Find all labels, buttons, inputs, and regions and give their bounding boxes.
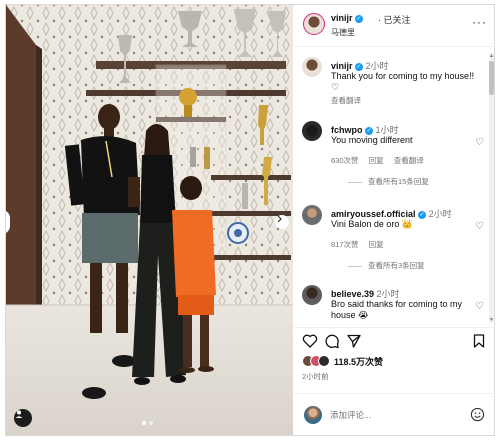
liker-avatar [318,355,330,367]
tagged-users-button[interactable] [14,409,32,427]
comment-time: 1小时 [375,125,399,135]
comment-like-count[interactable]: 817次赞 [331,240,359,249]
view-replies-link[interactable]: 查看所有3条回复 [348,260,425,271]
comments-list: vinijr ✓ 2小时 Thank you for coming to my … [294,51,495,321]
add-comment-bar [294,393,495,435]
author-avatar[interactable] [303,13,325,35]
reply-button[interactable]: 回复 [369,156,384,165]
comment-meta: 查看翻译 [331,95,369,106]
comment-username[interactable]: vinijr [331,61,353,71]
verified-badge-icon: ✓ [365,126,374,135]
carousel-dots [142,421,153,425]
view-replies-link[interactable]: 查看所有15条回复 [348,176,429,187]
verified-badge-icon: ✓ [355,62,364,71]
comment-username[interactable]: believe.39 [331,289,374,299]
see-translation-link[interactable]: 查看翻译 [394,156,424,165]
scroll-down-arrow-icon[interactable]: ▼ [489,317,494,323]
verified-badge-icon: ✓ [418,210,427,219]
scroll-thumb[interactable] [489,61,494,95]
comment-meta: 817次赞 回复 [331,239,392,250]
current-user-avatar [304,406,322,424]
post-location[interactable]: 马德里 [331,27,355,38]
reply-button[interactable]: 回复 [369,240,384,249]
comment-avatar[interactable] [302,121,322,141]
verified-badge-icon: ✓ [355,14,364,23]
like-comment-heart-icon[interactable]: ♡ [475,221,484,232]
posted-time: 2小时前 [302,372,329,381]
comment-text: Thank you for coming to my house!! ♡ [331,71,475,92]
author-username[interactable]: vinijr [331,13,353,23]
follow-status[interactable]: · 已关注 [378,13,411,26]
comment-time: 2小时 [428,209,452,219]
comment-avatar[interactable] [302,57,322,77]
more-options-icon[interactable]: ··· [472,15,487,29]
comment-username[interactable]: fchwpo [331,125,363,135]
carousel-dot-active [142,421,146,425]
comment-item: fchwpo ✓ 1小时 You moving different ♡ 630次… [294,121,484,191]
comment-like-count[interactable]: 630次赞 [331,156,359,165]
post-actions-bar [294,327,495,349]
comment-icon[interactable] [324,333,340,349]
likes-summary[interactable]: 118.5万次赞 [302,354,383,368]
post-photo[interactable] [6,5,293,435]
add-comment-input[interactable] [330,408,460,422]
bookmark-icon[interactable] [471,333,487,349]
comment-time: 2小时 [365,61,389,71]
chevron-right-icon [277,215,282,223]
next-photo-button[interactable] [275,215,289,229]
post-header: vinijr ✓ · 已关注 马德里 ··· [294,5,495,47]
comment-avatar[interactable] [302,285,322,305]
comment-item: vinijr ✓ 2小时 Thank you for coming to my … [294,57,484,107]
see-translation-link[interactable]: 查看翻译 [331,96,361,105]
comment-text: Vini Balon de oro 👑 [331,219,414,229]
share-icon[interactable] [346,333,362,349]
comment-meta: 630次赞 回复 查看翻译 [331,155,432,166]
user-tag-icon [15,410,23,418]
comment-item: believe.39 2小时 Bro said thanks for comin… [294,285,484,321]
heart-icon[interactable] [302,333,318,349]
photo-scene [6,5,293,435]
comment-avatar[interactable] [302,205,322,225]
comment-text: You moving different [331,135,413,145]
comment-username[interactable]: amiryoussef.official [331,209,416,219]
post-sidebar: vinijr ✓ · 已关注 马德里 ··· vinijr ✓ 2小时 Than… [294,5,495,435]
comment-time: 2小时 [376,289,400,299]
comment-text: Bro said thanks for coming to my house 😭 [331,299,463,320]
comment-item: amiryoussef.official ✓ 2小时 Vini Balon de… [294,205,484,271]
like-comment-heart-icon[interactable]: ♡ [475,137,484,148]
likes-count[interactable]: 118.5万次赞 [334,355,383,368]
scroll-up-arrow-icon[interactable]: ▲ [489,53,494,59]
like-comment-heart-icon[interactable]: ♡ [475,301,484,312]
post-dialog: vinijr ✓ · 已关注 马德里 ··· vinijr ✓ 2小时 Than… [5,4,495,436]
carousel-dot [149,421,153,425]
emoji-icon[interactable] [470,407,485,422]
comments-scrollbar[interactable]: ▲ ▼ [489,53,494,323]
author-username-row[interactable]: vinijr ✓ [331,13,364,23]
